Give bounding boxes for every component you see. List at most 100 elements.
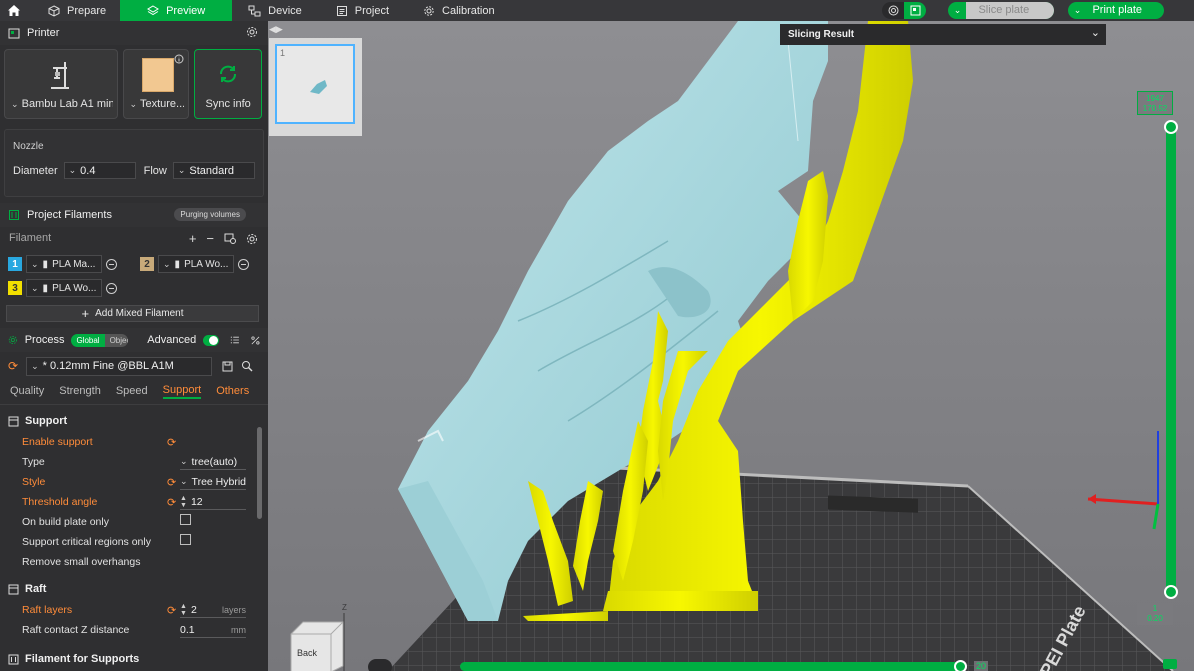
purging-volumes-button[interactable]: Purging volumes (174, 208, 246, 221)
build-plate-only-checkbox[interactable] (180, 514, 191, 525)
remove-filament-icon[interactable] (238, 258, 249, 270)
plate-thumbnail[interactable]: 1 (275, 44, 355, 124)
remove-filament-icon[interactable] (106, 258, 117, 270)
support-style-select[interactable]: ⌄ Tree Hybrid (180, 474, 246, 490)
move-slider-value: 20 (974, 661, 989, 671)
undo-icon[interactable]: ⟳ (167, 496, 176, 509)
filament-number[interactable]: 1 (8, 257, 22, 271)
tab-preview[interactable]: Preview (120, 0, 233, 21)
print-plate-button[interactable]: ⌄ Print plate (1068, 2, 1164, 19)
percent-icon[interactable] (251, 335, 260, 346)
chevron-down-icon[interactable]: ⌄ (1068, 2, 1086, 19)
tab-calibration-label: Calibration (442, 4, 495, 17)
chevron-down-icon: ⌄ (177, 165, 186, 175)
plate-view-icon[interactable] (904, 2, 927, 19)
filament-number[interactable]: 3 (8, 281, 22, 295)
tab-calibration[interactable]: Calibration (403, 0, 509, 21)
critical-regions-checkbox[interactable] (180, 534, 191, 545)
tab-support[interactable]: Support (162, 384, 202, 399)
slicing-result-label: Slicing Result (788, 29, 855, 40)
view-cube[interactable]: Back (289, 616, 345, 671)
filament-number[interactable]: 2 (140, 257, 154, 271)
spinner-icon[interactable]: ▲ ▼ (180, 603, 187, 617)
global-option[interactable]: Global (71, 333, 105, 347)
tab-strength[interactable]: Strength (59, 385, 101, 398)
global-objects-toggle[interactable]: Global Objects (71, 333, 129, 347)
move-slider[interactable]: 20 (460, 660, 989, 671)
spool-icon[interactable] (882, 2, 904, 19)
add-mixed-filament-label: Add Mixed Filament (95, 308, 184, 319)
filaments-section-header: Project Filaments Purging volumes (0, 203, 268, 227)
view-mode-toggle[interactable] (882, 2, 927, 19)
tab-prepare-label: Prepare (67, 4, 107, 17)
chevron-down-icon: ⌄ (68, 165, 77, 175)
tab-prepare[interactable]: Prepare (28, 0, 120, 21)
flow-select[interactable]: ⌄ Standard (172, 162, 255, 179)
option-label: Support critical regions only (22, 536, 151, 548)
diameter-select[interactable]: ⌄ 0.4 (63, 162, 136, 179)
support-type-select[interactable]: ⌄ tree(auto) (180, 454, 246, 470)
raft-contact-distance-input[interactable]: 0.1 mm (180, 622, 246, 638)
move-slider-track (460, 662, 960, 671)
collapse-thumbnails-icon[interactable]: ◀▶ (269, 24, 285, 36)
printer-select-card[interactable]: ⌄ Bambu Lab A1 mini (4, 49, 118, 119)
chevron-down-icon: ⌄ (163, 258, 171, 269)
search-icon[interactable] (241, 360, 253, 372)
collapse-chevron-icon[interactable]: ⌄ (1091, 26, 1100, 39)
spinner-icon[interactable]: ▲ ▼ (180, 495, 187, 509)
filament-select[interactable]: ⌄ ▮ PLA Wo... (26, 279, 102, 297)
move-slider-handle[interactable] (954, 660, 967, 671)
settings-sidebar: Printer ⌄ Bambu Lab A1 mini ⌄ Texture...… (0, 21, 268, 671)
screenshot-icon[interactable] (368, 659, 392, 671)
support-group-header: Support (0, 410, 268, 432)
layer-slider[interactable]: 1947 170.52 1 0.20 (1137, 91, 1179, 671)
tab-quality[interactable]: Quality (10, 385, 44, 398)
layer-top-handle[interactable] (1164, 120, 1178, 134)
list-icon[interactable] (230, 335, 240, 345)
home-icon[interactable] (0, 0, 28, 21)
process-preset-select[interactable]: ⌄ * 0.12mm Fine @BBL A1M (26, 356, 213, 376)
sync-info-button[interactable]: Sync info (194, 49, 263, 119)
option-value: tree(auto) (191, 455, 238, 468)
tab-project[interactable]: Project (316, 0, 403, 21)
filament-icon (9, 210, 19, 220)
remove-icon[interactable]: − (206, 231, 214, 246)
undo-icon[interactable]: ⟳ (167, 476, 176, 489)
3d-viewport[interactable]: Z PEI Plate 1 ◀▶ Slicing Result ⌄ 1947 1… (268, 21, 1194, 671)
tab-device[interactable]: Device (232, 0, 316, 21)
undo-icon[interactable]: ⟳ (167, 436, 176, 449)
chevron-down-icon[interactable]: ⌄ (948, 2, 966, 19)
slicing-result-panel[interactable]: Slicing Result ⌄ (780, 24, 1106, 45)
advanced-label: Advanced (147, 334, 197, 346)
device-icon (248, 5, 261, 16)
advanced-toggle[interactable] (203, 334, 220, 346)
add-mixed-filament-button[interactable]: + Add Mixed Filament (6, 305, 259, 322)
save-icon[interactable] (222, 361, 233, 372)
slice-plate-button[interactable]: ⌄ Slice plate (948, 2, 1055, 19)
print-plate-label: Print plate (1092, 4, 1142, 16)
remove-filament-icon[interactable] (106, 282, 117, 294)
filament-select[interactable]: ⌄ ▮ PLA Wo... (158, 255, 234, 273)
filament-icon (8, 654, 19, 664)
option-label: Threshold angle (22, 496, 98, 508)
undo-icon[interactable]: ⟳ (8, 359, 18, 373)
add-icon[interactable]: + (189, 231, 197, 246)
gear-icon[interactable] (246, 233, 258, 245)
option-label: On build plate only (22, 516, 109, 528)
sidebar-scrollbar[interactable] (257, 427, 262, 519)
info-icon[interactable] (174, 54, 184, 64)
threshold-angle-input[interactable]: ▲ ▼ 12 (180, 494, 246, 510)
plate-type-card[interactable]: ⌄ Texture... (122, 49, 190, 119)
layers-stack-icon[interactable] (1163, 659, 1177, 669)
filament-select[interactable]: ⌄ ▮ PLA Ma... (26, 255, 102, 273)
layer-bottom-handle[interactable] (1164, 585, 1178, 599)
printer-model-icon (51, 62, 69, 89)
tab-speed[interactable]: Speed (116, 385, 148, 398)
objects-option[interactable]: Objects (104, 333, 129, 347)
filament-item: 1 ⌄ ▮ PLA Ma... (8, 255, 117, 273)
tab-others[interactable]: Others (216, 385, 249, 398)
settings-gear-icon[interactable] (246, 26, 258, 38)
undo-icon[interactable]: ⟳ (167, 604, 176, 617)
raft-layers-input[interactable]: ▲ ▼ 2 layers (180, 602, 246, 618)
sync-filament-icon[interactable] (224, 233, 236, 244)
